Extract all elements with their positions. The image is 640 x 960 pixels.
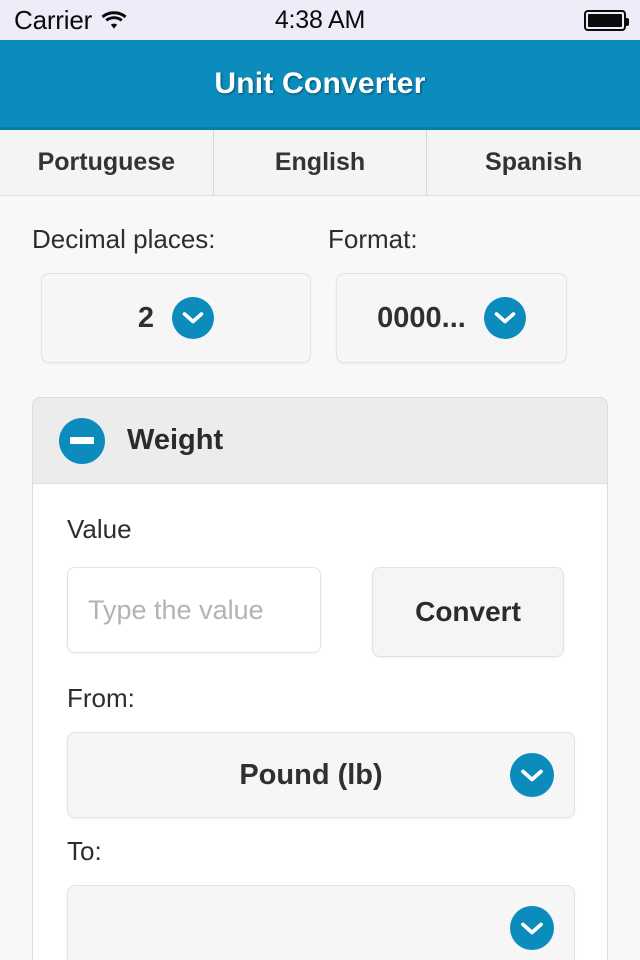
value-row: Convert — [67, 567, 573, 657]
format-group: Format: 0000... — [328, 224, 640, 363]
format-select[interactable]: 0000... — [336, 273, 567, 363]
convert-button[interactable]: Convert — [372, 567, 564, 657]
format-value: 0000... — [377, 301, 466, 334]
to-label: To: — [67, 836, 102, 866]
from-unit-select[interactable]: Pound (lb) — [67, 732, 575, 818]
chevron-down-icon[interactable] — [483, 297, 526, 339]
language-tab-bar: Portuguese English Spanish — [0, 130, 640, 196]
chevron-down-icon[interactable] — [510, 753, 554, 797]
chevron-down-icon[interactable] — [510, 906, 554, 950]
tab-portuguese[interactable]: Portuguese — [0, 130, 214, 195]
weight-card-body: Value Convert From: Pound (lb) To: — [33, 484, 607, 960]
to-unit-select[interactable] — [67, 885, 575, 960]
tab-spanish[interactable]: Spanish — [427, 130, 640, 195]
decimal-places-label: Decimal places: — [32, 224, 216, 254]
weight-card: Weight Value Convert From: Pound (lb) To… — [32, 397, 608, 960]
from-unit-value: Pound (lb) — [239, 758, 383, 791]
status-bar: Carrier 4:38 AM — [0, 0, 640, 40]
decimal-places-select[interactable]: 2 — [41, 273, 311, 363]
status-bar-right — [584, 9, 629, 31]
chevron-down-icon[interactable] — [172, 297, 215, 339]
main-content: Decimal places: 2 Format: 0000... Weight… — [0, 196, 640, 960]
minus-circle-icon[interactable] — [59, 417, 105, 464]
decimal-places-group: Decimal places: 2 — [0, 224, 328, 363]
tab-english[interactable]: English — [213, 130, 428, 195]
weight-card-header[interactable]: Weight — [33, 398, 607, 484]
decimal-places-value: 2 — [137, 301, 155, 334]
format-label: Format: — [328, 224, 418, 254]
value-input[interactable] — [67, 567, 321, 653]
page-title: Unit Converter — [214, 66, 426, 100]
battery-full-icon — [584, 9, 629, 31]
app-header: Unit Converter — [0, 40, 640, 130]
value-label: Value — [67, 514, 132, 544]
status-time: 4:38 AM — [274, 5, 366, 34]
options-row: Decimal places: 2 Format: 0000... — [0, 196, 640, 363]
from-label: From: — [67, 683, 135, 713]
weight-card-title: Weight — [127, 424, 224, 456]
